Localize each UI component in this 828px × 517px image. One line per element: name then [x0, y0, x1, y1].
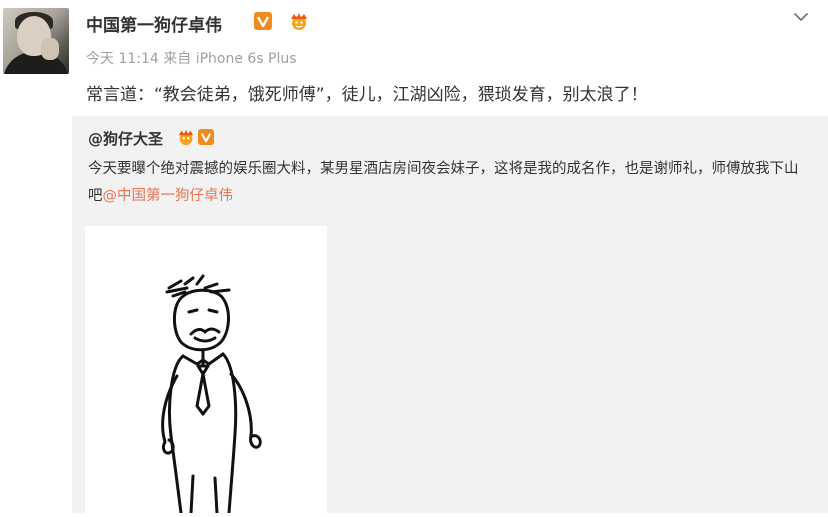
- crown-member-icon[interactable]: [176, 128, 196, 146]
- reposted-weibo: @狗仔大圣 今天要曝个绝对震撼的娱乐圈大料，某男星酒店房间夜会妹子，这将是我的成…: [72, 116, 828, 515]
- crown-member-icon[interactable]: [288, 11, 310, 31]
- post-time[interactable]: 今天 11:14: [86, 51, 159, 67]
- mention-link[interactable]: @中国第一狗仔卓伟: [103, 188, 234, 204]
- repost-text: 今天要曝个绝对震撼的娱乐圈大料，某男星酒店房间夜会妹子，这将是我的成名作，也是谢…: [88, 156, 810, 210]
- verified-v-icon: [254, 12, 272, 30]
- post-image[interactable]: [85, 226, 327, 515]
- username[interactable]: 中国第一狗仔卓伟: [86, 11, 222, 36]
- stick-figure-drawing: [161, 274, 262, 515]
- avatar[interactable]: [3, 8, 69, 74]
- post-text: 常言道：“教会徒弟，饿死师傅”，徒儿，江湖凶险，猥琐发育，别太浪了！: [86, 85, 648, 105]
- post-source[interactable]: iPhone 6s Plus: [196, 51, 297, 67]
- post-meta: 今天 11:14 来自 iPhone 6s Plus: [86, 48, 297, 68]
- verified-v-icon: [198, 129, 214, 145]
- repost-author[interactable]: @狗仔大圣: [88, 128, 163, 149]
- source-prefix: 来自: [163, 51, 192, 67]
- weibo-post-card: 中国第一狗仔卓伟 今天 11:14 来自 iPhone 6s Plus 常言道：…: [0, 0, 828, 515]
- chevron-down-icon[interactable]: [790, 8, 812, 26]
